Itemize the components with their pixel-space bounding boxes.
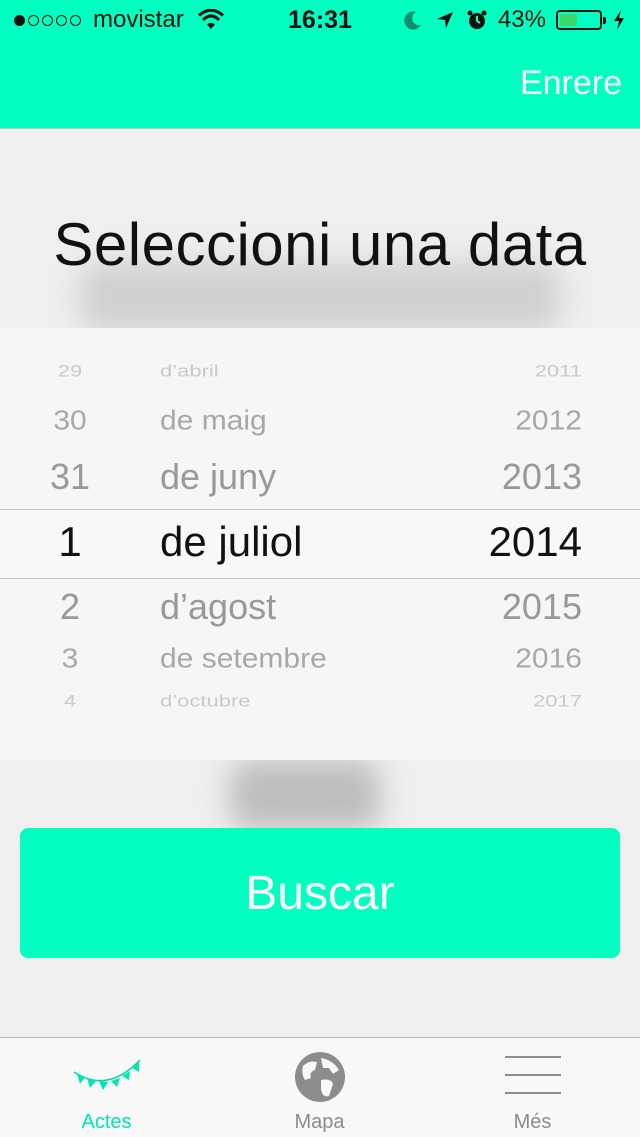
selection-top-line	[0, 509, 640, 510]
tab-actes[interactable]: Actes	[0, 1038, 213, 1137]
status-right: 43%	[402, 6, 626, 34]
menu-lines-icon	[504, 1056, 561, 1094]
picker-month[interactable]: de juny	[160, 456, 276, 498]
tab-label: Més	[513, 1111, 552, 1133]
picker-month[interactable]: d’agost	[160, 586, 276, 628]
status-bar: movistar 16:31 43%	[0, 0, 640, 40]
back-button[interactable]: Enrere	[520, 64, 622, 103]
picker-year[interactable]: 2011	[535, 361, 582, 381]
picker-day[interactable]: 31	[30, 456, 110, 498]
bunting-icon	[73, 1059, 141, 1090]
search-button[interactable]: Buscar	[20, 828, 620, 958]
tab-mes[interactable]: Més	[426, 1038, 639, 1137]
navigation-header: movistar 16:31 43% Enrere	[0, 0, 640, 129]
picker-year-selected[interactable]: 2014	[489, 518, 582, 566]
picker-day[interactable]: 30	[30, 405, 110, 436]
picker-year[interactable]: 2013	[502, 456, 582, 498]
globe-icon	[294, 1052, 345, 1102]
charging-bolt-icon	[614, 10, 624, 30]
moon-icon	[404, 11, 421, 30]
picker-year[interactable]: 2012	[515, 405, 582, 436]
tab-label: Mapa	[294, 1111, 345, 1133]
picker-month[interactable]: de setembre	[160, 643, 327, 674]
picker-year[interactable]: 2015	[502, 586, 582, 628]
tab-label: Actes	[81, 1111, 132, 1133]
battery-icon	[556, 10, 606, 30]
page-title: Seleccioni una data	[53, 211, 587, 278]
picker-day[interactable]: 2	[30, 586, 110, 628]
picker-day[interactable]: 29	[30, 361, 110, 381]
location-arrow-icon	[436, 12, 453, 28]
picker-month[interactable]: d’octubre	[160, 691, 251, 711]
selection-bottom-line	[0, 578, 640, 579]
blurred-background	[230, 760, 380, 830]
picker-month[interactable]: d’abril	[160, 361, 219, 381]
picker-day[interactable]: 4	[30, 691, 110, 711]
picker-month[interactable]: de maig	[160, 405, 267, 436]
picker-year[interactable]: 2017	[533, 691, 582, 711]
battery-fill	[560, 14, 577, 26]
date-picker[interactable]: 29 d’abril 2011 30 de maig 2012 31 de juny 2013 1…	[0, 328, 640, 760]
battery-nub	[603, 17, 606, 24]
picker-day[interactable]: 3	[30, 643, 110, 674]
picker-day-selected[interactable]: 1	[30, 518, 110, 566]
picker-year[interactable]: 2016	[515, 643, 582, 674]
picker-month-selected[interactable]: de juliol	[160, 518, 302, 566]
tab-mapa[interactable]: Mapa	[213, 1038, 426, 1137]
tab-bar: Actes Mapa Més	[0, 1037, 640, 1137]
alarm-clock-icon	[467, 10, 487, 29]
battery-percentage: 43%	[497, 6, 546, 33]
